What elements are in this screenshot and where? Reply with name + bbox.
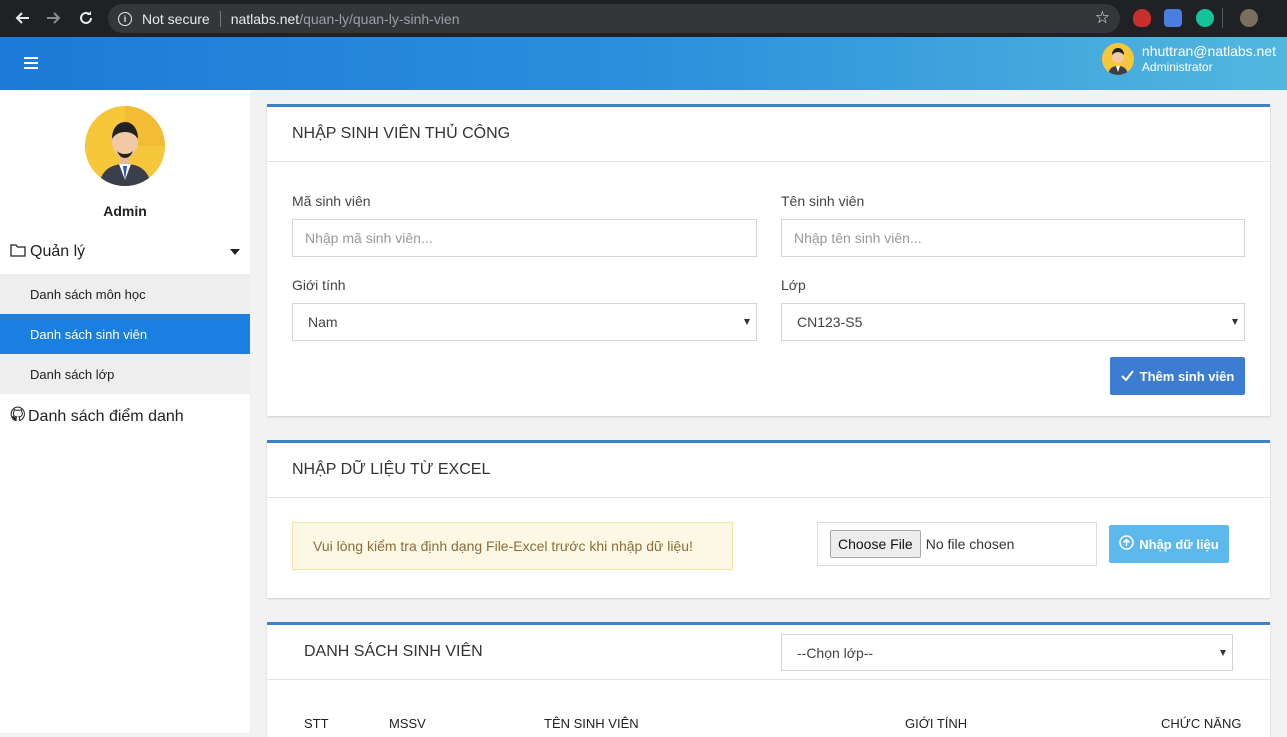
browser-toolbar: i Not secure natlabs.net/quan-ly/quan-ly… — [0, 0, 1287, 37]
import-data-label: Nhập dữ liệu — [1139, 536, 1219, 552]
dropdown-arrow-icon — [1220, 650, 1226, 656]
gender-label: Giới tính — [292, 277, 346, 293]
upload-circle-icon — [1119, 535, 1134, 553]
student-id-input[interactable]: Nhập mã sinh viên... — [292, 219, 757, 257]
sidebar: Admin Quản lý Danh sách môn học Danh sác… — [0, 90, 250, 733]
column-header-student-id[interactable]: MSSV — [389, 716, 426, 731]
divider — [219, 10, 221, 27]
url-path: /quan-ly/quan-ly-sinh-vien — [299, 10, 460, 27]
import-data-button[interactable]: Nhập dữ liệu — [1109, 525, 1229, 563]
panel-title: NHẬP DỮ LIỆU TỪ EXCEL — [267, 443, 1270, 498]
class-filter-value: --Chọn lớp-- — [797, 644, 874, 661]
user-menu[interactable]: nhuttran@natlabs.net Administrator — [1101, 43, 1276, 75]
sidebar-item-label: Danh sách điểm danh — [28, 407, 184, 425]
forward-icon[interactable] — [40, 4, 68, 32]
bookmark-star-icon[interactable]: ☆ — [1095, 8, 1110, 28]
class-filter-select[interactable]: --Chọn lớp-- — [781, 634, 1233, 671]
caret-down-icon — [230, 249, 240, 255]
column-header-gender[interactable]: GIỚI TÍNH — [905, 716, 967, 731]
sidebar-item-students[interactable]: Danh sách sinh viên — [0, 314, 250, 354]
menu-toggle-icon[interactable] — [24, 57, 38, 69]
add-student-button[interactable]: Thêm sinh viên — [1110, 357, 1245, 395]
dropdown-arrow-icon — [744, 319, 750, 325]
profile-name: Admin — [103, 203, 147, 219]
class-value: CN123-S5 — [797, 314, 863, 330]
column-header-stt[interactable]: STT — [304, 716, 329, 731]
user-avatar — [1101, 43, 1134, 75]
divider — [1222, 8, 1223, 28]
address-bar[interactable]: i Not secure natlabs.net/quan-ly/quan-ly… — [108, 4, 1120, 33]
profile-avatar — [85, 106, 165, 186]
manual-entry-panel: NHẬP SINH VIÊN THỦ CÔNG Mã sinh viên Nhậ… — [267, 104, 1270, 416]
student-name-label: Tên sinh viên — [781, 193, 865, 209]
shield-extension-icon[interactable] — [1133, 9, 1151, 27]
check-icon — [1120, 369, 1134, 384]
user-email: nhuttran@natlabs.net — [1141, 43, 1276, 59]
gender-value: Nam — [308, 314, 338, 330]
sidebar-item-classes[interactable]: Danh sách lớp — [0, 354, 250, 394]
reload-icon[interactable] — [72, 4, 100, 32]
folder-icon — [10, 243, 26, 262]
info-icon[interactable]: i — [118, 11, 132, 26]
file-input[interactable]: Choose File No file chosen — [817, 522, 1097, 566]
menu-group-label: Quản lý — [30, 243, 86, 260]
dropdown-arrow-icon — [1232, 319, 1238, 325]
column-header-actions[interactable]: CHỨC NĂNG — [1161, 716, 1241, 731]
sidebar-item-attendance[interactable]: Danh sách điểm danh — [10, 406, 184, 427]
class-label: Lớp — [781, 277, 806, 293]
column-header-student-name[interactable]: TÊN SINH VIÊN — [544, 716, 639, 731]
class-select[interactable]: CN123-S5 — [781, 303, 1245, 341]
translate-extension-icon[interactable] — [1164, 9, 1182, 27]
format-warning: Vui lòng kiểm tra định dạng File-Excel t… — [292, 522, 733, 570]
file-status: No file chosen — [925, 536, 1015, 552]
profile-avatar[interactable] — [1240, 9, 1258, 27]
url-domain: natlabs.net — [230, 10, 300, 27]
github-icon — [10, 406, 26, 427]
security-label: Not secure — [142, 10, 210, 27]
user-role: Administrator — [1141, 60, 1213, 74]
student-name-input[interactable]: Nhập tên sinh viên... — [781, 219, 1245, 257]
sidebar-item-subjects[interactable]: Danh sách môn học — [0, 274, 250, 314]
gender-select[interactable]: Nam — [292, 303, 757, 341]
student-list-panel: DANH SÁCH SINH VIÊN --Chọn lớp-- STT MSS… — [267, 622, 1270, 737]
choose-file-button[interactable]: Choose File — [830, 530, 921, 558]
excel-import-panel: NHẬP DỮ LIỆU TỪ EXCEL Vui lòng kiểm tra … — [267, 440, 1270, 598]
sidebar-item-label: Danh sách sinh viên — [30, 326, 148, 342]
app-header: nhuttran@natlabs.net Administrator — [0, 37, 1287, 90]
panel-title: NHẬP SINH VIÊN THỦ CÔNG — [267, 107, 1270, 162]
student-id-label: Mã sinh viên — [292, 193, 371, 209]
menu-group-management[interactable]: Quản lý — [10, 242, 242, 262]
add-student-label: Thêm sinh viên — [1139, 368, 1235, 384]
sidebar-item-label: Danh sách lớp — [30, 366, 115, 382]
back-icon[interactable] — [8, 4, 36, 32]
grammarly-extension-icon[interactable] — [1196, 9, 1214, 27]
sidebar-item-label: Danh sách môn học — [30, 286, 146, 302]
